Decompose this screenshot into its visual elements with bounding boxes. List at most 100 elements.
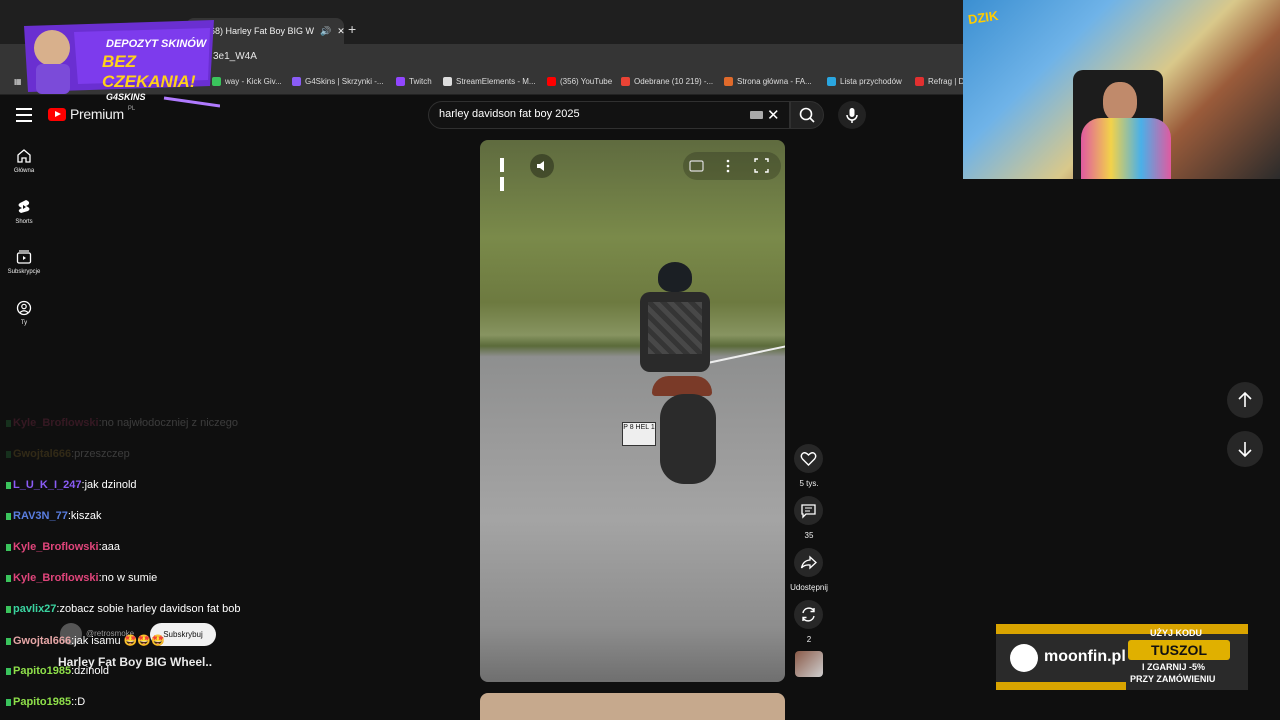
chat-username: pavlix27 xyxy=(13,603,57,615)
new-tab-button[interactable]: + xyxy=(348,21,356,37)
chat-text: jak isamu 🤩🤩🤩 xyxy=(74,635,165,647)
search-button[interactable] xyxy=(790,101,824,129)
pause-button[interactable] xyxy=(500,158,512,191)
chat-username: Kyle_Broflowski xyxy=(13,417,99,429)
subscriptions-icon xyxy=(16,250,32,264)
next-short-button[interactable] xyxy=(1227,431,1263,467)
moonfin-offer-1: I ZGARNIJ -5% xyxy=(1142,662,1206,672)
guide-item-home[interactable]: Główna xyxy=(0,148,48,174)
fullscreen-icon[interactable] xyxy=(754,158,769,173)
chat-username: Papito1985 xyxy=(13,696,72,708)
cam-brand: DZIK xyxy=(967,7,1000,28)
bookmark-favicon-icon xyxy=(547,77,556,86)
moonfin-offer-2: PRZY ZAMÓWIENIU xyxy=(1130,674,1216,684)
clear-search-icon[interactable]: ✕ xyxy=(767,106,780,124)
volume-icon xyxy=(537,161,544,171)
guide-item-shorts[interactable]: Shorts xyxy=(0,199,48,225)
comments-button[interactable] xyxy=(794,496,823,525)
license-plate: P 8 HEL 1 xyxy=(622,422,656,446)
chat-message: RAV3N_77:kiszak xyxy=(6,510,101,522)
rider-helmet xyxy=(658,262,692,292)
sound-avatar[interactable] xyxy=(795,651,823,677)
bookmark-favicon-icon xyxy=(621,77,630,86)
bookmark-item[interactable]: (356) YouTube xyxy=(547,77,612,86)
chat-text: aaa xyxy=(101,541,121,553)
arrow-down-icon xyxy=(1238,442,1252,458)
chat-badge-icon xyxy=(6,419,11,427)
moonfin-ad-overlay: moonfin.pl UŻYJ KODU TUSZOL I ZGARNIJ -5… xyxy=(996,624,1248,690)
volume-button[interactable] xyxy=(530,154,554,178)
arrow-up-icon xyxy=(1238,391,1252,407)
more-options-icon[interactable] xyxy=(726,159,730,173)
chat-text: :D xyxy=(74,696,86,708)
captions-icon[interactable] xyxy=(689,160,704,172)
next-short-thumbnail[interactable] xyxy=(480,693,785,720)
bookmark-label: Lista przychodów xyxy=(840,77,902,86)
chat-badge-icon xyxy=(6,667,11,675)
guide-item-you[interactable]: Ty xyxy=(0,300,48,326)
chat-username: Papito1985 xyxy=(13,665,72,677)
chat-badge-icon xyxy=(6,512,11,520)
microphone-icon xyxy=(846,108,858,123)
chat-badge-icon xyxy=(6,698,11,706)
you-icon xyxy=(16,300,32,316)
like-button[interactable] xyxy=(794,444,823,473)
promo-brand: G4SKINS xyxy=(106,92,146,102)
chat-badge-icon xyxy=(6,637,11,645)
search-icon xyxy=(799,107,815,123)
streamer-shirt xyxy=(1081,118,1171,179)
player-top-controls xyxy=(683,152,781,180)
bookmark-label: Refrag | D xyxy=(928,77,965,86)
chat-badge-icon xyxy=(6,574,11,582)
bookmark-label: Strona główna - FA... xyxy=(737,77,812,86)
keyboard-icon[interactable] xyxy=(750,111,763,119)
chat-text: dzinold xyxy=(74,665,110,677)
bookmark-item[interactable]: StreamElements - M... xyxy=(443,77,536,86)
chat-badge-icon xyxy=(6,543,11,551)
bookmark-item[interactable]: G4Skins | Skrzynki -... xyxy=(292,77,384,86)
promo-line-1: DEPOZYT SKINÓW xyxy=(106,38,207,50)
vest-patches xyxy=(648,302,702,354)
chat-text: zobacz sobie harley davidson fat bob xyxy=(59,603,241,615)
comment-icon xyxy=(801,504,816,519)
bookmark-item[interactable]: Refrag | D xyxy=(915,77,964,86)
chat-username: Gwojtal666 xyxy=(13,448,72,460)
remix-count: 2 xyxy=(806,635,812,644)
motorcycle-fender xyxy=(652,376,712,396)
bookmark-label: way - Kick Giv... xyxy=(225,77,282,86)
bookmark-item[interactable]: Odebrane (10 219) -... xyxy=(621,77,713,86)
shorts-icon xyxy=(18,200,30,213)
guide-label-subscriptions: Subskrypcje xyxy=(7,269,41,275)
g4skins-promo-overlay: DEPOZYT SKINÓW BEZ CZEKANIA! G4SKINS xyxy=(14,12,221,108)
moonfin-code-label: UŻYJ KODU xyxy=(1150,628,1203,638)
search-input[interactable]: harley davidson fat boy 2025 xyxy=(439,108,580,120)
chat-badge-icon xyxy=(6,605,11,613)
streamer-head xyxy=(1103,82,1137,122)
chat-message: Papito1985::D xyxy=(6,696,85,708)
bookmark-favicon-icon xyxy=(396,77,405,86)
bookmark-item[interactable]: Lista przychodów xyxy=(827,77,902,86)
youtube-premium-logo[interactable]: Premium PL xyxy=(48,106,135,122)
voice-search-button[interactable] xyxy=(838,101,866,129)
guide-item-subscriptions[interactable]: Subskrypcje xyxy=(0,249,48,275)
tab-close-icon[interactable]: ✕ xyxy=(337,26,344,37)
share-button[interactable] xyxy=(794,548,823,577)
chat-text: przeszczep xyxy=(74,448,130,460)
bookmark-item[interactable]: Strona główna - FA... xyxy=(724,77,812,86)
hamburger-menu-icon[interactable] xyxy=(16,108,32,122)
chat-message: Kyle_Broflowski:no w sumie xyxy=(6,572,157,584)
previous-short-button[interactable] xyxy=(1227,382,1263,418)
shorts-video-player[interactable]: P 8 HEL 1 xyxy=(480,140,785,682)
guide-label-shorts: Shorts xyxy=(15,219,33,225)
bookmark-label: G4Skins | Skrzynki -... xyxy=(305,77,384,86)
bookmark-item[interactable]: Twitch xyxy=(396,77,432,86)
chat-text: no najwłodoczniej z niczego xyxy=(101,417,239,429)
bookmark-item[interactable]: way - Kick Giv... xyxy=(212,77,282,86)
webcam-overlay: DZIK xyxy=(963,0,1280,179)
share-icon xyxy=(800,555,817,570)
remix-button[interactable] xyxy=(794,600,823,629)
chat-username: RAV3N_77 xyxy=(13,510,68,522)
comment-count: 35 xyxy=(804,531,814,540)
bookmark-favicon-icon xyxy=(915,77,924,86)
bookmark-label: (356) YouTube xyxy=(560,77,613,86)
